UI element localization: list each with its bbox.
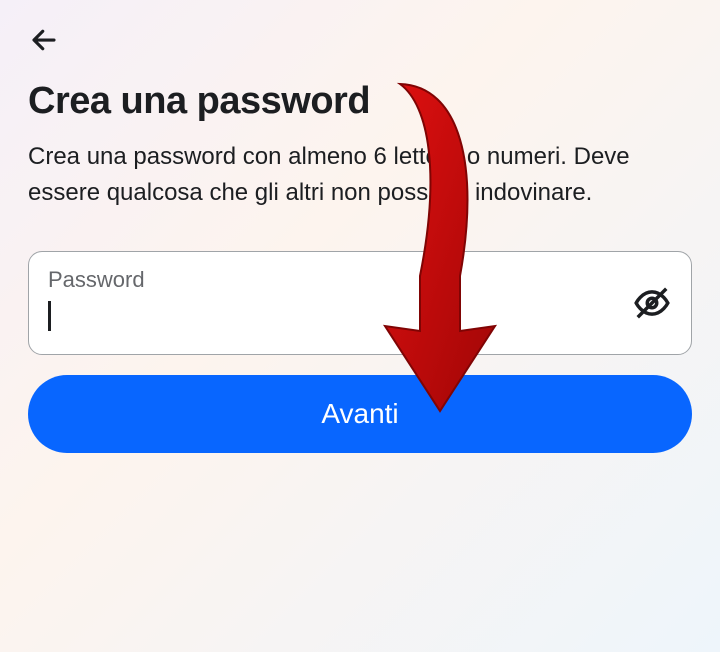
eye-off-icon bbox=[633, 284, 671, 322]
password-input-wrapper: Password bbox=[28, 251, 692, 355]
page-title: Crea una password bbox=[28, 80, 692, 123]
annotation-arrow-icon bbox=[380, 76, 500, 416]
next-button[interactable]: Avanti bbox=[28, 375, 692, 453]
password-input[interactable] bbox=[28, 251, 692, 355]
toggle-password-visibility-button[interactable] bbox=[630, 281, 674, 325]
next-button-label: Avanti bbox=[321, 398, 398, 430]
back-button[interactable] bbox=[24, 20, 64, 60]
page-description: Crea una password con almeno 6 lettere o… bbox=[28, 139, 692, 211]
arrow-left-icon bbox=[29, 25, 59, 55]
text-cursor bbox=[48, 301, 51, 331]
